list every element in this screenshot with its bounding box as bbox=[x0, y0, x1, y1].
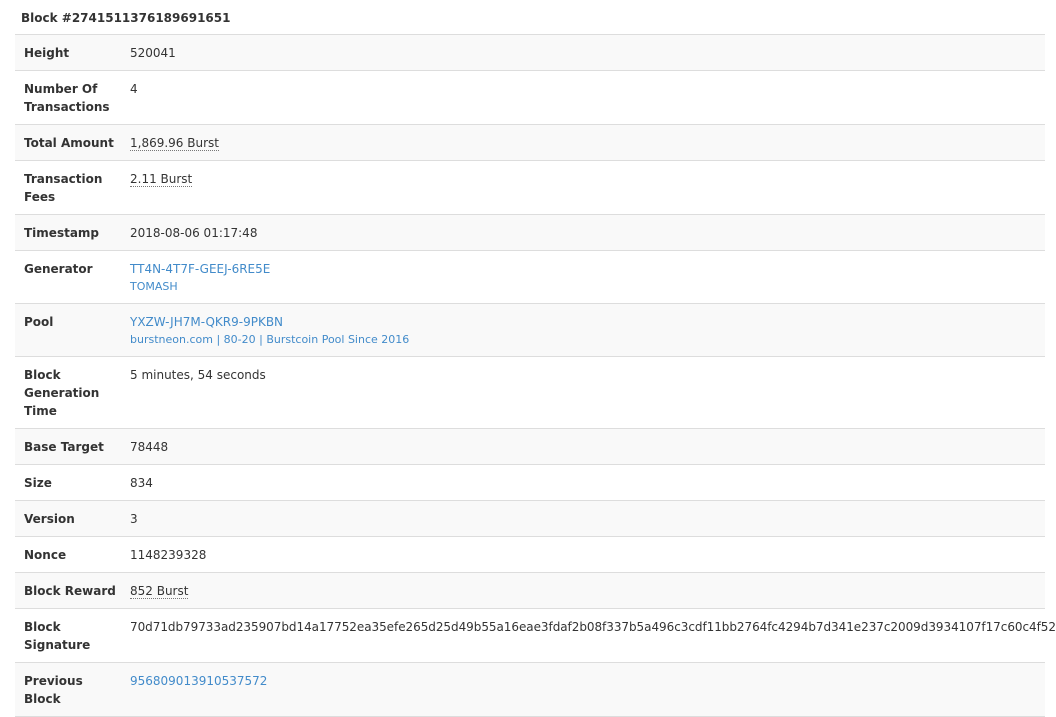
row-size: Size 834 bbox=[15, 464, 1045, 501]
row-height: Height 520041 bbox=[15, 35, 1045, 71]
label-block-generation-time: Block Generation Time bbox=[15, 356, 121, 429]
total-amount-value[interactable]: 1,869.96 Burst bbox=[130, 136, 219, 151]
version-value: 3 bbox=[130, 512, 138, 526]
row-pool: Pool YXZW-JH7M-QKR9-9PKBN burstneon.com … bbox=[15, 303, 1045, 357]
row-generator: Generator TT4N-4T7F-GEEJ-6RE5E TOMASH bbox=[15, 250, 1045, 304]
label-size: Size bbox=[15, 464, 121, 501]
label-number-of-transactions: Number Of Transactions bbox=[15, 70, 121, 125]
generator-name-link[interactable]: TOMASH bbox=[130, 279, 1045, 295]
label-generator: Generator bbox=[15, 250, 121, 304]
value-number-of-transactions: 4 bbox=[121, 70, 1045, 125]
value-total-amount: 1,869.96 Burst bbox=[121, 124, 1045, 161]
row-block-generation-time: Block Generation Time 5 minutes, 54 seco… bbox=[15, 356, 1045, 429]
block-reward-value[interactable]: 852 Burst bbox=[130, 584, 189, 599]
value-block-reward: 852 Burst bbox=[121, 572, 1045, 609]
row-previous-block: Previous Block 956809013910537572 bbox=[15, 662, 1045, 717]
label-nonce: Nonce bbox=[15, 536, 121, 573]
block-details-table: Height 520041 Number Of Transactions 4 T… bbox=[15, 35, 1056, 717]
timestamp-value: 2018-08-06 01:17:48 bbox=[130, 226, 258, 240]
label-previous-block: Previous Block bbox=[15, 662, 121, 717]
block-generation-time-value: 5 minutes, 54 seconds bbox=[130, 368, 266, 382]
value-version: 3 bbox=[121, 500, 1045, 537]
value-previous-block: 956809013910537572 bbox=[121, 662, 1045, 717]
value-nonce: 1148239328 bbox=[121, 536, 1045, 573]
previous-block-link[interactable]: 956809013910537572 bbox=[130, 674, 267, 688]
row-version: Version 3 bbox=[15, 500, 1045, 537]
number-of-transactions-value: 4 bbox=[130, 82, 138, 96]
row-number-of-transactions: Number Of Transactions 4 bbox=[15, 70, 1045, 125]
label-block-signature: Block Signature bbox=[15, 608, 121, 663]
value-block-generation-time: 5 minutes, 54 seconds bbox=[121, 356, 1045, 429]
row-block-reward: Block Reward 852 Burst bbox=[15, 572, 1045, 609]
row-timestamp: Timestamp 2018-08-06 01:17:48 bbox=[15, 214, 1045, 251]
label-base-target: Base Target bbox=[15, 428, 121, 465]
block-details-panel: Block #2741511376189691651 Height 520041… bbox=[15, 0, 1056, 717]
label-pool: Pool bbox=[15, 303, 121, 357]
row-block-signature: Block Signature 70d71db79733ad235907bd14… bbox=[15, 608, 1056, 663]
value-height: 520041 bbox=[121, 35, 1045, 71]
nonce-value: 1148239328 bbox=[130, 548, 207, 562]
block-signature-value: 70d71db79733ad235907bd14a17752ea35efe265… bbox=[130, 620, 1056, 634]
row-transaction-fees: Transaction Fees 2.11 Burst bbox=[15, 160, 1045, 215]
value-base-target: 78448 bbox=[121, 428, 1045, 465]
label-version: Version bbox=[15, 500, 121, 537]
generator-account-link[interactable]: TT4N-4T7F-GEEJ-6RE5E bbox=[130, 262, 270, 276]
label-transaction-fees: Transaction Fees bbox=[15, 160, 121, 215]
label-block-reward: Block Reward bbox=[15, 572, 121, 609]
value-generator: TT4N-4T7F-GEEJ-6RE5E TOMASH bbox=[121, 250, 1045, 304]
height-value: 520041 bbox=[130, 46, 176, 60]
value-transaction-fees: 2.11 Burst bbox=[121, 160, 1045, 215]
pool-name-link[interactable]: burstneon.com | 80-20 | Burstcoin Pool S… bbox=[130, 332, 1045, 348]
block-title: Block #2741511376189691651 bbox=[15, 0, 1045, 35]
value-block-signature: 70d71db79733ad235907bd14a17752ea35efe265… bbox=[121, 608, 1056, 663]
size-value: 834 bbox=[130, 476, 153, 490]
value-pool: YXZW-JH7M-QKR9-9PKBN burstneon.com | 80-… bbox=[121, 303, 1045, 357]
base-target-value: 78448 bbox=[130, 440, 169, 454]
row-base-target: Base Target 78448 bbox=[15, 428, 1045, 465]
pool-account-link[interactable]: YXZW-JH7M-QKR9-9PKBN bbox=[130, 315, 283, 329]
label-timestamp: Timestamp bbox=[15, 214, 121, 251]
value-timestamp: 2018-08-06 01:17:48 bbox=[121, 214, 1045, 251]
label-height: Height bbox=[15, 35, 121, 71]
row-total-amount: Total Amount 1,869.96 Burst bbox=[15, 124, 1045, 161]
transaction-fees-value[interactable]: 2.11 Burst bbox=[130, 172, 193, 187]
value-size: 834 bbox=[121, 464, 1045, 501]
label-total-amount: Total Amount bbox=[15, 124, 121, 161]
row-nonce: Nonce 1148239328 bbox=[15, 536, 1045, 573]
